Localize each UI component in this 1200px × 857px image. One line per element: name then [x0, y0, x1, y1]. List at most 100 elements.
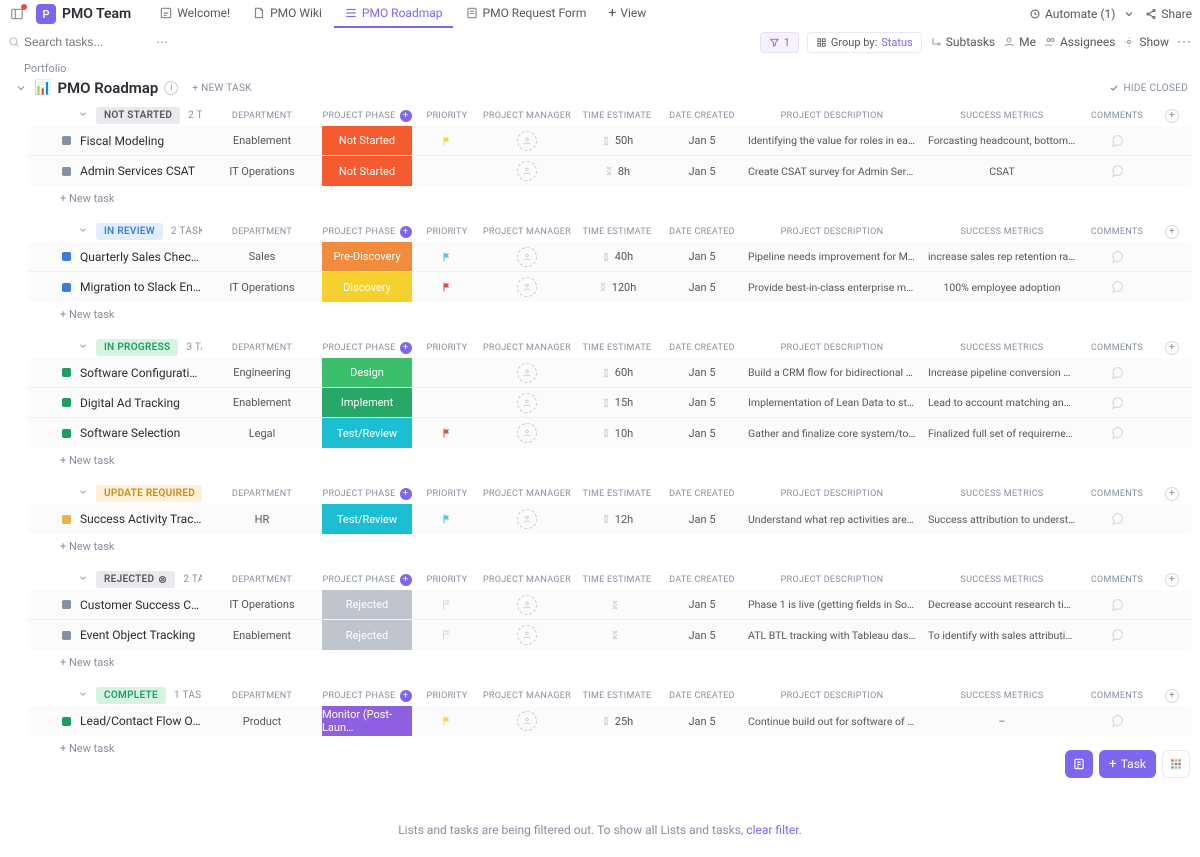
status-square[interactable] [54, 252, 78, 261]
task-comments[interactable] [1082, 598, 1152, 612]
collapse-project-icon[interactable] [14, 81, 28, 95]
task-phase[interactable]: Not Started [322, 126, 412, 155]
status-square[interactable] [54, 515, 78, 524]
task-desc[interactable]: Pipeline needs improvement for MoM and Q… [742, 250, 922, 263]
tab-roadmap[interactable]: PMO Roadmap [334, 0, 453, 28]
task-time[interactable] [572, 600, 662, 610]
task-phase[interactable]: Rejected [322, 590, 412, 619]
task-time[interactable] [572, 630, 662, 640]
add-phase-icon[interactable]: + [400, 488, 412, 500]
status-chip[interactable]: COMPLETE [96, 687, 166, 704]
collapse-group-icon[interactable] [78, 689, 88, 702]
task-comments[interactable] [1082, 280, 1152, 294]
task-time[interactable]: 40h [572, 250, 662, 263]
task-department[interactable]: Engineering [202, 366, 322, 379]
task-date[interactable]: Jan 5 [662, 715, 742, 728]
task-phase[interactable]: Test/Review [322, 504, 412, 534]
new-task-row[interactable]: + New task [8, 650, 1192, 669]
search-more-icon[interactable]: ⋯ [156, 35, 169, 49]
task-name[interactable]: Lead/Contact Flow Overhaul [78, 714, 202, 728]
task-metrics[interactable]: Finalized full set of requirements for V… [922, 427, 1082, 440]
status-chip[interactable]: REJECTED [96, 571, 175, 588]
add-phase-icon[interactable]: + [400, 690, 412, 702]
group-by-pill[interactable]: Group by: Status [807, 32, 922, 53]
add-phase-icon[interactable]: + [400, 110, 412, 122]
task-date[interactable]: Jan 5 [662, 427, 742, 440]
status-square[interactable] [54, 136, 78, 145]
task-row[interactable]: Digital Ad Tracking Enablement Implement… [28, 388, 1192, 418]
task-phase[interactable]: Pre-Discovery [322, 242, 412, 271]
task-time[interactable]: 15h [572, 396, 662, 409]
task-row[interactable]: Success Activity Tracking HR Test/Review… [28, 504, 1192, 534]
add-view-button[interactable]: +View [598, 0, 656, 29]
task-name[interactable]: Success Activity Tracking [78, 512, 202, 526]
task-comments[interactable] [1082, 714, 1152, 728]
task-date[interactable]: Jan 5 [662, 513, 742, 526]
task-date[interactable]: Jan 5 [662, 165, 742, 178]
new-task-row[interactable]: + New task [8, 736, 1192, 755]
new-task-row[interactable]: + New task [8, 186, 1192, 205]
share-button[interactable]: Share [1145, 7, 1192, 21]
show-button[interactable]: Show [1123, 35, 1169, 49]
task-row[interactable]: Migration to Slack Enterprise Grid IT Op… [28, 272, 1192, 302]
task-department[interactable]: HR [202, 513, 322, 526]
task-comments[interactable] [1082, 134, 1152, 148]
task-date[interactable]: Jan 5 [662, 281, 742, 294]
task-pm[interactable] [482, 509, 572, 529]
task-desc[interactable]: Create CSAT survey for Admin Services [742, 165, 922, 178]
task-comments[interactable] [1082, 396, 1152, 410]
task-name[interactable]: Migration to Slack Enterprise Grid [78, 280, 202, 294]
status-chip[interactable]: NOT STARTED [96, 107, 180, 124]
task-priority[interactable] [412, 715, 482, 727]
collapse-group-icon[interactable] [78, 109, 88, 122]
task-row[interactable]: Quarterly Sales Check-In Sales Pre-Disco… [28, 242, 1192, 272]
add-column-icon[interactable]: + [1165, 689, 1179, 703]
task-pm[interactable] [482, 363, 572, 383]
task-metrics[interactable]: CSAT [922, 165, 1082, 178]
collapse-group-icon[interactable] [78, 225, 88, 238]
task-date[interactable]: Jan 5 [662, 396, 742, 409]
task-comments[interactable] [1082, 250, 1152, 264]
status-square[interactable] [54, 429, 78, 438]
task-name[interactable]: Quarterly Sales Check-In [78, 250, 202, 264]
task-priority[interactable] [412, 629, 482, 641]
task-phase[interactable]: Discovery [322, 272, 412, 302]
task-date[interactable]: Jan 5 [662, 134, 742, 147]
task-phase[interactable]: Not Started [322, 156, 412, 186]
task-desc[interactable]: Implementation of Lean Data to streamlin… [742, 396, 922, 409]
task-pm[interactable] [482, 277, 572, 297]
status-square[interactable] [54, 600, 78, 609]
add-column-icon[interactable]: + [1165, 341, 1179, 355]
task-desc[interactable]: Phase 1 is live (getting fields in Softw… [742, 598, 922, 611]
add-column-icon[interactable]: + [1165, 573, 1179, 587]
task-desc[interactable]: Identifying the value for roles in each … [742, 134, 922, 147]
task-row[interactable]: Admin Services CSAT IT Operations Not St… [28, 156, 1192, 186]
task-name[interactable]: Event Object Tracking [78, 628, 202, 642]
task-row[interactable]: Event Object Tracking Enablement Rejecte… [28, 620, 1192, 650]
task-comments[interactable] [1082, 512, 1152, 526]
task-department[interactable]: IT Operations [202, 281, 322, 294]
task-pm[interactable] [482, 247, 572, 267]
task-row[interactable]: Software Configuration Engineering Desig… [28, 358, 1192, 388]
task-priority[interactable] [412, 251, 482, 263]
task-metrics[interactable]: Increase pipeline conversion of new busi… [922, 366, 1082, 379]
task-metrics[interactable]: Lead to account matching and handling of… [922, 396, 1082, 409]
status-square[interactable] [54, 717, 78, 726]
clear-filter-link[interactable]: clear filter [746, 823, 798, 837]
filter-pill[interactable]: 1 [760, 32, 799, 53]
task-date[interactable]: Jan 5 [662, 250, 742, 263]
new-task-row[interactable]: + New task [8, 448, 1192, 467]
task-date[interactable]: Jan 5 [662, 366, 742, 379]
new-task-row[interactable]: + New task [8, 302, 1192, 321]
task-desc[interactable]: Provide best-in-class enterprise messagi… [742, 281, 922, 294]
task-priority[interactable] [412, 135, 482, 147]
task-row[interactable]: Fiscal Modeling Enablement Not Started 5… [28, 126, 1192, 156]
task-priority[interactable] [412, 427, 482, 439]
me-button[interactable]: Me [1003, 35, 1036, 49]
project-title[interactable]: PMO Roadmap [57, 79, 158, 97]
apps-fab[interactable] [1162, 750, 1190, 778]
task-department[interactable]: Legal [202, 427, 322, 440]
status-chip[interactable]: IN REVIEW [96, 223, 163, 240]
breadcrumb[interactable]: Portfolio [0, 56, 1200, 77]
task-desc[interactable]: Build a CRM flow for bidirectional sync … [742, 366, 922, 379]
